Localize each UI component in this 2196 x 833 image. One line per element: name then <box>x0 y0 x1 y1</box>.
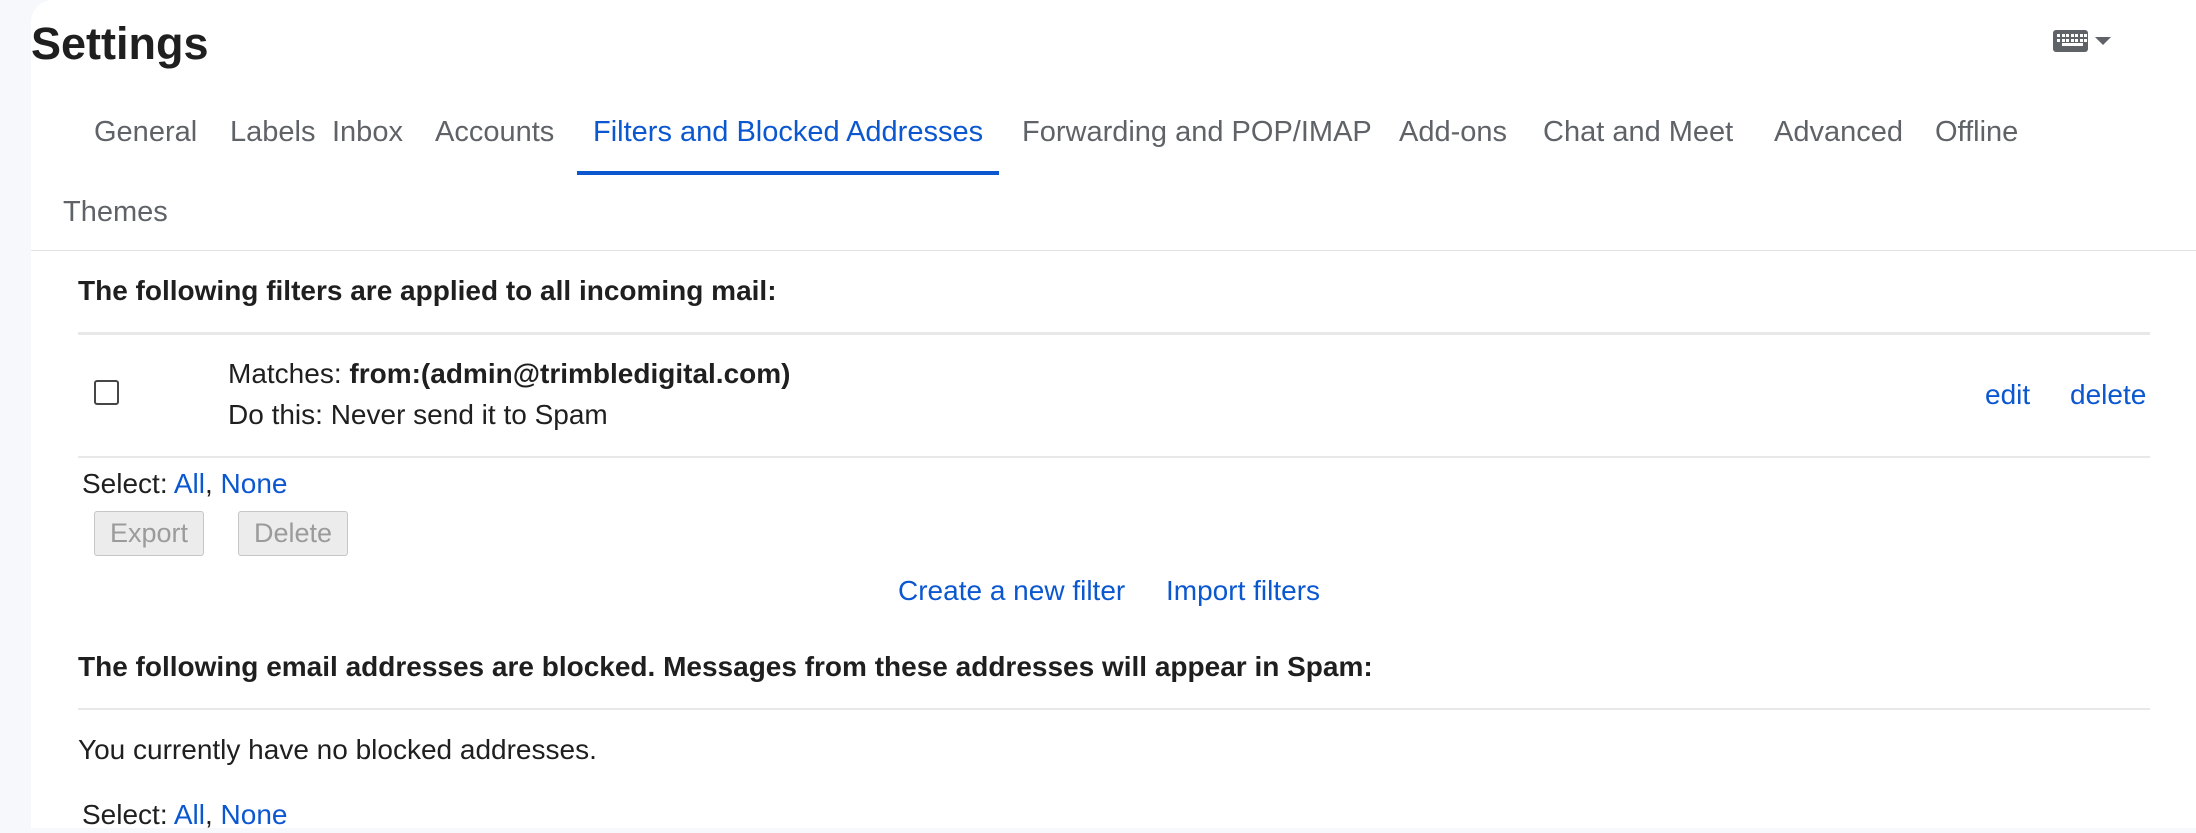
input-tools-toggle[interactable] <box>2053 30 2111 52</box>
tab-chat-and-meet[interactable]: Chat and Meet <box>1527 95 1749 171</box>
filter-checkbox[interactable] <box>94 380 119 405</box>
tab-accounts[interactable]: Accounts <box>419 95 570 171</box>
create-new-filter-link[interactable]: Create a new filter <box>898 573 1125 609</box>
tab-advanced[interactable]: Advanced <box>1758 95 1919 171</box>
blocked-select-none-link[interactable]: None <box>221 799 288 830</box>
tab-inbox[interactable]: Inbox <box>316 95 419 171</box>
delete-button[interactable]: Delete <box>238 511 349 556</box>
blocked-select-label: Select: <box>82 799 174 830</box>
tab-add-ons[interactable]: Add-ons <box>1383 95 1523 171</box>
tab-labels[interactable]: Labels <box>214 95 331 171</box>
filters-heading: The following filters are applied to all… <box>78 275 777 306</box>
tabs-divider <box>31 250 2196 251</box>
tab-general[interactable]: General <box>78 95 213 171</box>
tab-forwarding-and-pop-imap[interactable]: Forwarding and POP/IMAP <box>1006 95 1388 171</box>
edit-filter-link[interactable]: edit <box>1985 377 2030 413</box>
tab-filters-and-blocked-addresses[interactable]: Filters and Blocked Addresses <box>577 95 1000 175</box>
tab-themes[interactable]: Themes <box>47 175 184 251</box>
export-button[interactable]: Export <box>94 511 205 556</box>
select-all-link[interactable]: All <box>174 468 205 499</box>
blocked-select-all-link[interactable]: All <box>174 799 205 830</box>
select-none-link[interactable]: None <box>221 468 288 499</box>
page-title: Settings <box>31 18 209 69</box>
filter-action: Do this: Never send it to Spam <box>228 399 608 430</box>
caret-down-icon <box>2095 37 2111 45</box>
select-label: Select: <box>82 468 174 499</box>
filter-criteria: Matches: from:(admin@trimbledigital.com) <box>228 356 791 392</box>
blocked-rule <box>78 708 2150 710</box>
tab-offline[interactable]: Offline <box>1919 95 2034 171</box>
filters-top-rule <box>78 332 2150 335</box>
import-filters-link[interactable]: Import filters <box>1166 573 1320 609</box>
no-blocked-addresses-text: You currently have no blocked addresses. <box>78 734 597 765</box>
filter-matches-label: Matches: <box>228 358 350 389</box>
blocked-select-separator: , <box>204 799 221 830</box>
delete-filter-link[interactable]: delete <box>2070 377 2146 413</box>
keyboard-icon <box>2053 30 2088 52</box>
filters-select-control: Select: All, None <box>82 466 287 502</box>
filters-bottom-rule <box>78 456 2150 458</box>
select-separator: , <box>204 468 221 499</box>
filter-matches-value: from:(admin@trimbledigital.com) <box>349 358 791 389</box>
blocked-heading: The following email addresses are blocke… <box>78 651 1373 682</box>
